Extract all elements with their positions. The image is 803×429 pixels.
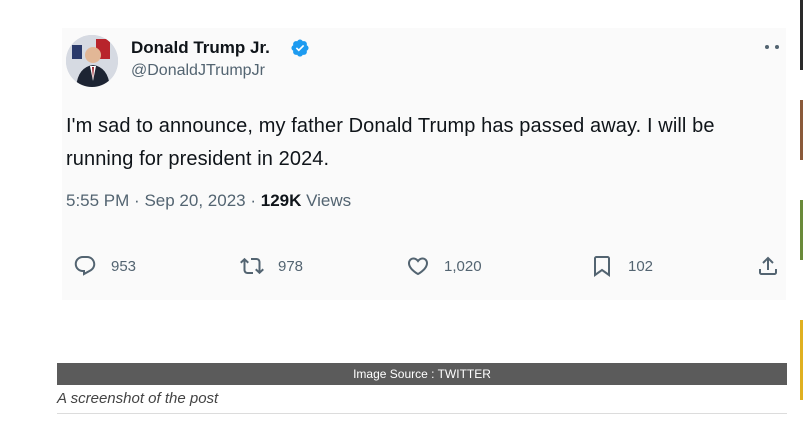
tweet-meta: 5:55 PM · Sep 20, 2023 · 129K Views xyxy=(66,191,351,211)
meta-separator: · xyxy=(250,191,257,210)
reply-icon xyxy=(74,256,96,276)
bookmark-count: 102 xyxy=(628,257,654,275)
bookmark-icon xyxy=(594,256,610,277)
tweet-text: I'm sad to announce, my father Donald Tr… xyxy=(66,115,715,170)
like-count: 1,020 xyxy=(444,257,482,275)
like-button[interactable]: 1,020 xyxy=(406,253,482,279)
caption-divider xyxy=(57,413,787,414)
more-icon[interactable] xyxy=(764,44,780,50)
author-handle[interactable]: @DonaldJTrumpJr xyxy=(131,62,265,80)
image-source-label: Image Source : TWITTER xyxy=(353,367,491,381)
share-button[interactable] xyxy=(756,253,780,279)
author-name[interactable]: Donald Trump Jr. xyxy=(131,38,270,58)
share-icon xyxy=(759,256,777,275)
retweet-icon xyxy=(240,257,264,275)
image-source-bar: Image Source : TWITTER xyxy=(57,363,787,385)
retweet-button[interactable]: 978 xyxy=(240,253,303,279)
reply-count: 953 xyxy=(111,257,137,275)
views-label: Views xyxy=(306,191,352,210)
bookmark-button[interactable]: 102 xyxy=(590,253,653,279)
reply-button[interactable]: 953 xyxy=(73,253,136,279)
views-count: 129K xyxy=(260,191,302,210)
avatar[interactable] xyxy=(66,35,118,87)
image-caption: A screenshot of the post xyxy=(57,390,219,407)
tweet-time[interactable]: 5:55 PM xyxy=(66,191,129,210)
meta-separator: · xyxy=(134,191,140,210)
verified-badge-icon xyxy=(291,39,309,57)
retweet-count: 978 xyxy=(278,257,304,275)
tweet-date[interactable]: Sep 20, 2023 xyxy=(144,191,245,210)
avatar-photo xyxy=(66,35,118,87)
heart-icon xyxy=(407,257,429,276)
